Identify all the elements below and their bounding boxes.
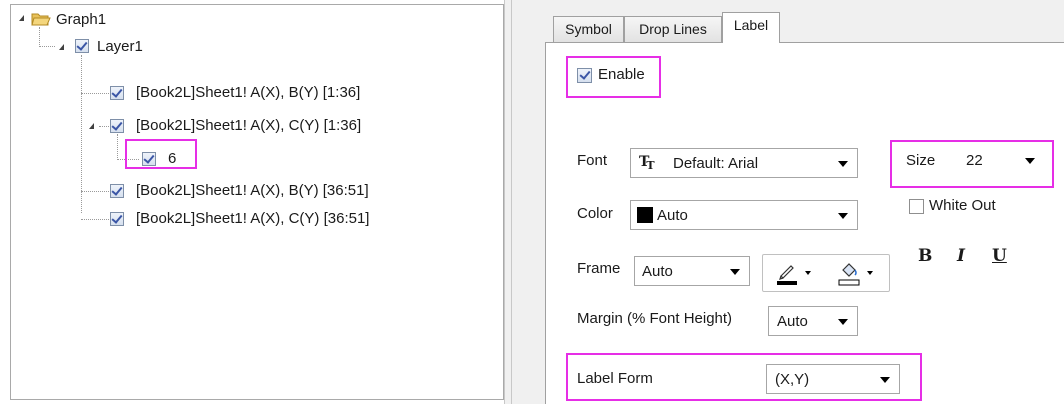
plot-checkbox[interactable] — [110, 212, 124, 226]
tree-connector — [81, 219, 109, 220]
expanded-triangle-icon — [19, 15, 24, 21]
underline-button[interactable]: U — [992, 246, 1007, 266]
plot-checkbox[interactable] — [110, 184, 124, 198]
expand-toggle-graph1[interactable] — [19, 13, 29, 23]
layer1-checkbox[interactable] — [75, 39, 89, 53]
chevron-down-icon — [838, 319, 848, 325]
chevron-down-icon — [838, 213, 848, 219]
margin-value: Auto — [777, 313, 808, 330]
truetype-icon: TT — [639, 154, 655, 172]
chevron-down-icon — [730, 269, 740, 275]
tree-node-plot[interactable]: [Book2L]Sheet1! A(X), C(Y) [36:51] — [136, 210, 369, 227]
highlight-enable — [566, 56, 661, 98]
chevron-down-icon[interactable] — [867, 271, 873, 275]
tree-node-plot[interactable]: [Book2L]Sheet1! A(X), B(Y) [1:36] — [136, 84, 360, 101]
tab-symbol[interactable]: Symbol — [553, 16, 624, 42]
tree-connector — [81, 191, 109, 192]
frame-color-buttons — [762, 254, 890, 292]
font-value: Default: Arial — [673, 155, 759, 172]
tree-connector — [81, 55, 82, 213]
color-label: Color — [577, 205, 613, 222]
tab-label[interactable]: Label — [722, 12, 780, 43]
highlight-data-point — [125, 139, 197, 169]
expanded-triangle-icon — [89, 123, 94, 129]
white-out-label[interactable]: White Out — [929, 197, 996, 214]
highlight-label-form — [566, 353, 922, 401]
color-dropdown[interactable]: Auto — [630, 200, 858, 230]
frame-label: Frame — [577, 260, 621, 277]
layer-contents-tree[interactable]: Graph1 Layer1 [Book2L]Sheet1! A(X), B(Y)… — [10, 4, 504, 400]
tree-connector — [39, 46, 55, 47]
paint-bucket-fill-color-icon[interactable] — [837, 260, 861, 286]
frame-dropdown[interactable]: Auto — [634, 256, 750, 286]
white-out-checkbox[interactable] — [909, 199, 924, 214]
expanded-triangle-icon — [59, 44, 64, 50]
tree-connector — [81, 93, 109, 94]
font-dropdown[interactable]: TT Default: Arial — [630, 148, 858, 178]
tree-connector — [99, 126, 109, 127]
plot-checkbox[interactable] — [110, 119, 124, 133]
margin-label: Margin (% Font Height) — [577, 310, 733, 327]
expand-toggle-plot[interactable] — [89, 121, 99, 131]
chevron-down-icon — [838, 161, 848, 167]
pencil-line-color-icon[interactable] — [775, 260, 799, 286]
tree-connector — [39, 27, 40, 47]
folder-open-icon — [31, 13, 51, 26]
bold-button[interactable]: B — [918, 246, 932, 266]
tree-node-layer1[interactable]: Layer1 — [97, 38, 143, 55]
highlight-size — [890, 140, 1054, 188]
chevron-down-icon[interactable] — [805, 271, 811, 275]
plot-checkbox[interactable] — [110, 86, 124, 100]
expand-toggle-layer1[interactable] — [59, 42, 69, 52]
tree-node-plot[interactable]: [Book2L]Sheet1! A(X), B(Y) [36:51] — [136, 182, 369, 199]
color-swatch — [637, 207, 653, 223]
tree-node-plot[interactable]: [Book2L]Sheet1! A(X), C(Y) [1:36] — [136, 117, 361, 134]
frame-value: Auto — [642, 263, 673, 280]
tree-node-graph1[interactable]: Graph1 — [56, 11, 106, 28]
margin-dropdown[interactable]: Auto — [768, 306, 858, 336]
tree-connector — [117, 134, 118, 160]
italic-button[interactable]: I — [957, 246, 965, 266]
font-label: Font — [577, 152, 608, 169]
color-value: Auto — [657, 207, 688, 224]
tab-drop-lines[interactable]: Drop Lines — [624, 16, 722, 42]
pane-splitter[interactable] — [504, 0, 512, 404]
